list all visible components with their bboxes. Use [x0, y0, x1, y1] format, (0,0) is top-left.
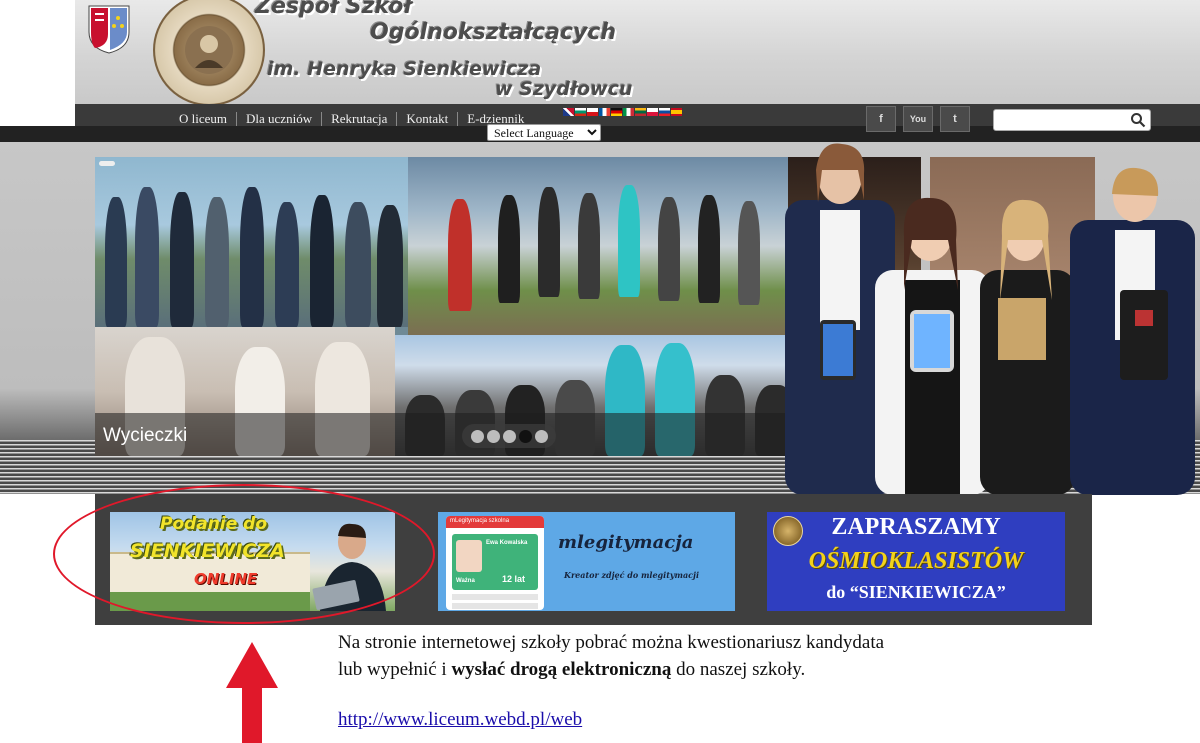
youtube-icon[interactable]: You [903, 106, 933, 132]
page: Zespół Szkół Ogólnokształcących im. Henr… [0, 0, 1200, 743]
flag-de-icon[interactable] [611, 108, 622, 116]
flag-es-icon[interactable] [671, 108, 682, 116]
nav-item-dla-uczniow[interactable]: Dla uczniów [236, 112, 321, 126]
flag-bg-icon[interactable] [575, 108, 586, 116]
flag-en-icon[interactable] [563, 108, 574, 116]
flag-cz-icon[interactable] [587, 108, 598, 116]
site-header: Zespół Szkół Ogólnokształcących im. Henr… [75, 0, 1200, 104]
twitter-label: t [953, 113, 957, 125]
mlegitymacja-card-header: mLegitymacja szkolna [446, 516, 544, 528]
nav-item-rekrutacja[interactable]: Rekrutacja [321, 112, 396, 126]
nav-item-o-liceum[interactable]: O liceum [170, 112, 236, 126]
info-text-line1: Na stronie internetowej szkoły pobrać mo… [338, 632, 885, 653]
banner-mlegitymacja-subtitle: Kreator zdjęć do mlegitymacji [564, 570, 699, 580]
slide-pause-indicator[interactable] [99, 161, 115, 166]
slider-dot[interactable] [502, 429, 516, 443]
banner-mlegitymacja-title: mlegitymacja [558, 532, 694, 553]
banner-zapraszamy-line2: OŚMIOKLASISTÓW [808, 548, 1024, 574]
slide-photo-sea-trip [95, 157, 408, 327]
info-text-line2-bold: wysłać drogą elektroniczną [451, 659, 672, 680]
facebook-icon[interactable]: f [866, 106, 896, 132]
site-title-line2: Ogólnokształcących [370, 20, 616, 45]
slider-dot[interactable] [534, 429, 548, 443]
info-text-line2-pre: lub wypełnić i [338, 659, 452, 680]
language-select[interactable]: Select Language [487, 124, 601, 141]
mlegitymacja-card-name: Ewa Kowalska [486, 540, 528, 546]
students-photo [785, 143, 1195, 495]
search-input[interactable] [993, 109, 1151, 131]
site-title-line3: im. Henryka Sienkiewicza [267, 58, 542, 80]
slider-dot[interactable] [470, 429, 484, 443]
flag-fr-icon[interactable] [599, 108, 610, 116]
language-flags [563, 108, 682, 116]
nav-links: O liceum Dla uczniów Rekrutacja Kontakt … [170, 112, 533, 126]
slide-photo-mountain-trip [408, 157, 788, 335]
coat-of-arms-icon [88, 5, 130, 54]
slider-dots [462, 424, 556, 448]
site-title-line4: w Szydłowcu [495, 78, 633, 100]
flag-sk-icon[interactable] [659, 108, 670, 116]
banner-zapraszamy[interactable]: ZAPRASZAMY OŚMIOKLASISTÓW do “SIENKIEWIC… [767, 512, 1065, 611]
facebook-label: f [879, 113, 883, 125]
mlegitymacja-card-preview: mLegitymacja szkolna Ewa Kowalska 12 lat… [446, 516, 544, 610]
nav-item-kontakt[interactable]: Kontakt [396, 112, 457, 126]
youtube-label: You [909, 114, 927, 124]
search-icon[interactable] [1130, 112, 1146, 128]
info-text-line2: lub wypełnić i wysłać drogą elektroniczn… [338, 659, 805, 681]
site-title-line1: Zespół Szkół [255, 0, 412, 19]
banner-zapraszamy-line3: do “SIENKIEWICZA” [826, 582, 1006, 602]
annotation-ellipse [53, 484, 435, 624]
flag-it-icon[interactable] [623, 108, 634, 116]
slide-caption: Wycieczki [103, 425, 188, 446]
flag-pl-icon[interactable] [647, 108, 658, 116]
school-website-link[interactable]: http://www.liceum.webd.pl/web [338, 709, 582, 731]
slider-dot[interactable] [486, 429, 500, 443]
flag-lt-icon[interactable] [635, 108, 646, 116]
banner-zapraszamy-line1: ZAPRASZAMY [831, 514, 1001, 540]
slider-dot-active[interactable] [518, 429, 532, 443]
mlegitymacja-card-status: Ważna [456, 578, 475, 584]
school-seal-portrait-icon [185, 26, 233, 74]
banner-mlegitymacja[interactable]: mLegitymacja szkolna Ewa Kowalska 12 lat… [438, 512, 735, 611]
red-up-arrow-icon [226, 642, 278, 743]
mlegitymacja-card-age: 12 lat [502, 574, 526, 584]
info-text-line2-post: do naszej szkoły. [671, 659, 806, 680]
twitter-icon[interactable]: t [940, 106, 970, 132]
